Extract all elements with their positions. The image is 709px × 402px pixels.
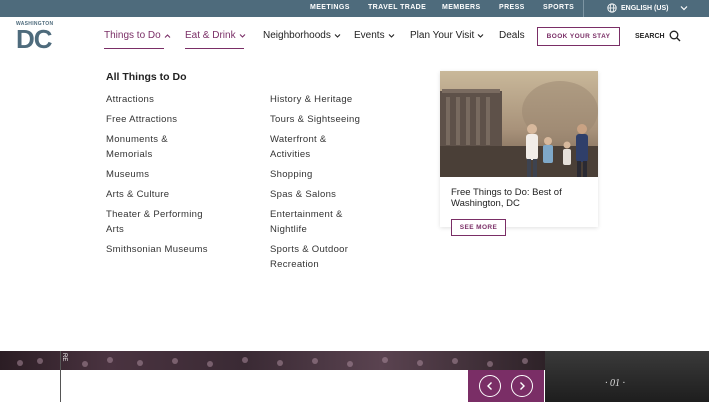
menu-link-waterfront-activities[interactable]: Waterfront & Activities xyxy=(270,132,340,162)
carousel-controls xyxy=(468,370,544,402)
featured-card-title[interactable]: Free Things to Do: Best of Washington, D… xyxy=(451,187,581,209)
utility-link-press[interactable]: PRESS xyxy=(499,4,525,11)
mega-menu-panel: All Things to Do Attractions Free Attrac… xyxy=(0,57,709,351)
menu-link-spas-salons[interactable]: Spas & Salons xyxy=(270,187,380,202)
chevron-down-icon xyxy=(239,33,245,38)
chevron-down-icon[interactable] xyxy=(680,3,688,13)
nav-label: Deals xyxy=(499,30,525,41)
carousel-next-button[interactable] xyxy=(511,375,533,397)
menu-link-shopping[interactable]: Shopping xyxy=(270,167,380,182)
menu-link-attractions[interactable]: Attractions xyxy=(106,92,216,107)
nav-item-plan-your-visit[interactable]: Plan Your Visit xyxy=(410,30,484,41)
menu-link-sports-outdoor-recreation[interactable]: Sports & Outdoor Recreation xyxy=(270,242,360,272)
nav-item-deals[interactable]: Deals xyxy=(499,30,525,41)
menu-link-tours-sightseeing[interactable]: Tours & Sightseeing xyxy=(270,112,370,127)
site-logo[interactable]: WASHINGTON DC xyxy=(16,21,60,53)
utility-bar: MEETINGS TRAVEL TRADE MEMBERS PRESS SPOR… xyxy=(0,0,709,17)
chevron-right-icon xyxy=(520,382,525,390)
utility-link-travel-trade[interactable]: TRAVEL TRADE xyxy=(368,4,426,11)
language-label: ENGLISH (US) xyxy=(621,4,669,12)
utility-link-members[interactable]: MEMBERS xyxy=(442,4,481,11)
menu-link-free-attractions[interactable]: Free Attractions xyxy=(106,112,216,127)
menu-link-theater-performing-arts[interactable]: Theater & Performing Arts xyxy=(106,207,214,237)
carousel-slide-image xyxy=(545,351,709,402)
nav-label: Plan Your Visit xyxy=(410,30,475,41)
see-more-button[interactable]: SEE MORE xyxy=(451,219,506,236)
chevron-left-icon xyxy=(487,382,492,390)
menu-link-arts-culture[interactable]: Arts & Culture xyxy=(106,187,216,202)
nav-label: Events xyxy=(354,30,385,41)
carousel-counter: · 01 · xyxy=(605,378,625,389)
main-header: WASHINGTON DC Things to Do Eat & Drink N… xyxy=(0,17,709,57)
hero-vertical-text: RE xyxy=(61,353,67,362)
utility-divider xyxy=(583,0,584,17)
carousel-prev-button[interactable] xyxy=(479,375,501,397)
featured-card-image xyxy=(440,71,598,177)
menu-heading-all-things[interactable]: All Things to Do xyxy=(106,71,187,83)
chevron-down-icon xyxy=(388,33,394,38)
menu-link-history-heritage[interactable]: History & Heritage xyxy=(270,92,380,107)
nav-label: Eat & Drink xyxy=(185,30,236,41)
nav-label: Neighborhoods xyxy=(263,30,331,41)
logo-big-text: DC xyxy=(16,24,53,54)
language-selector[interactable]: ENGLISH (US) xyxy=(607,3,668,13)
hero-strip: RE xyxy=(0,351,709,402)
crowd-photo xyxy=(0,351,545,370)
nav-item-things-to-do[interactable]: Things to Do xyxy=(104,30,171,41)
chevron-down-icon xyxy=(477,33,484,38)
menu-link-museums[interactable]: Museums xyxy=(106,167,216,182)
nav-active-underline xyxy=(104,48,164,49)
menu-link-smithsonian-museums[interactable]: Smithsonian Museums xyxy=(106,242,226,257)
book-your-stay-button[interactable]: BOOK YOUR STAY xyxy=(537,27,620,46)
search-button[interactable]: SEARCH xyxy=(635,30,681,42)
search-icon xyxy=(669,30,681,42)
featured-card[interactable]: Free Things to Do: Best of Washington, D… xyxy=(440,71,598,236)
nav-label: Things to Do xyxy=(104,30,161,41)
search-label: SEARCH xyxy=(635,32,665,40)
utility-link-sports[interactable]: SPORTS xyxy=(543,4,574,11)
carousel-counter-value: 01 xyxy=(610,378,620,389)
utility-link-meetings[interactable]: MEETINGS xyxy=(310,4,350,11)
nav-item-events[interactable]: Events xyxy=(354,30,395,41)
chevron-down-icon xyxy=(334,33,341,38)
menu-link-monuments-memorials[interactable]: Monuments & Memorials xyxy=(106,132,186,162)
globe-icon xyxy=(607,3,617,13)
nav-hover-underline xyxy=(185,48,244,49)
menu-link-entertainment-nightlife[interactable]: Entertainment & Nightlife xyxy=(270,207,360,237)
chevron-up-icon xyxy=(164,33,171,38)
nav-item-eat-drink[interactable]: Eat & Drink xyxy=(185,30,246,41)
nav-item-neighborhoods[interactable]: Neighborhoods xyxy=(263,30,341,41)
